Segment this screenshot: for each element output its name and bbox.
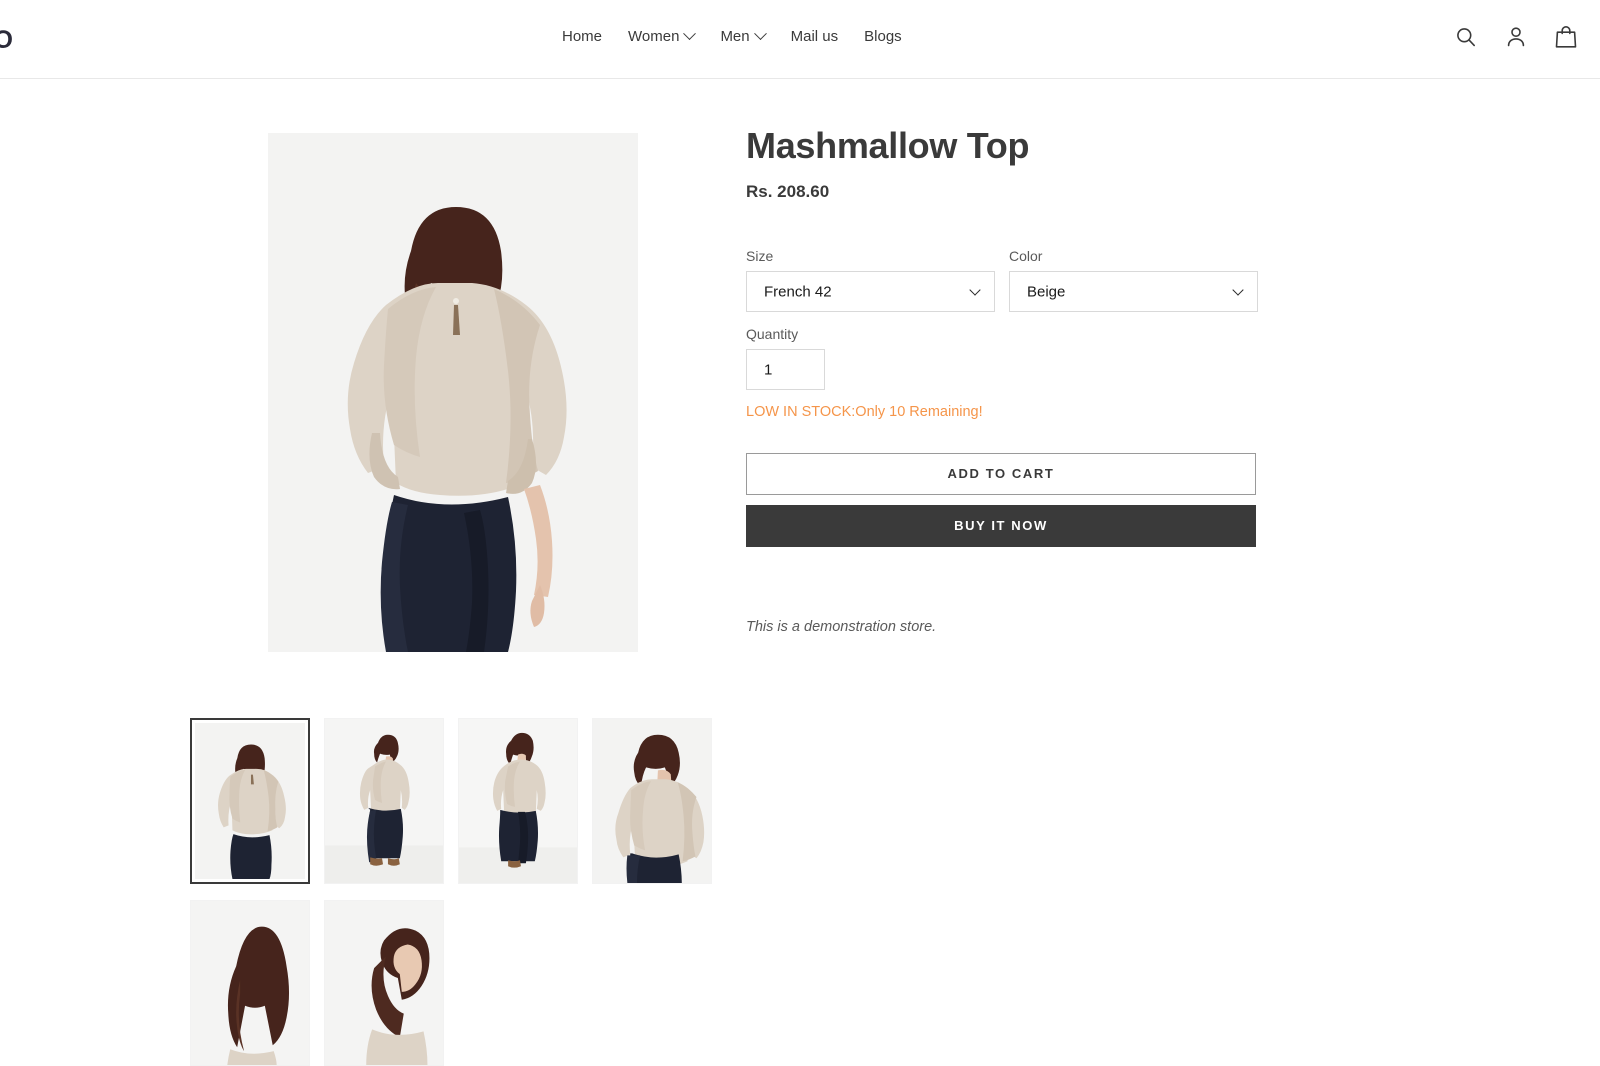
stock-status-message: LOW IN STOCK:Only 10 Remaining! — [746, 404, 983, 421]
main-navigation: Home Women Men Mail us Blogs — [562, 27, 915, 45]
cart-icon[interactable] — [1554, 24, 1578, 50]
nav-label: Men — [720, 28, 750, 45]
size-select[interactable]: French 42 — [746, 271, 995, 313]
quantity-input[interactable]: 1 — [746, 349, 825, 391]
thumbnail-5[interactable] — [324, 900, 444, 1066]
main-product-photo — [268, 133, 638, 652]
thumbnail-4[interactable] — [190, 900, 310, 1066]
thumbnail-photo — [325, 901, 443, 1065]
chevron-down-icon — [1232, 284, 1244, 296]
thumbnail-strip — [190, 718, 730, 1066]
thumbnail-photo — [593, 719, 711, 883]
color-select[interactable]: Beige — [1009, 271, 1258, 313]
color-selected-value: Beige — [1027, 283, 1066, 301]
nav-label: Women — [628, 28, 680, 45]
header-icon-group — [1454, 24, 1578, 50]
product-info-panel: Mashmallow Top Rs. 208.60 Size French 42… — [746, 125, 1258, 635]
thumbnail-1[interactable] — [324, 718, 444, 884]
search-icon[interactable] — [1454, 24, 1478, 50]
quantity-group: Quantity 1 — [746, 326, 1258, 391]
product-title: Mashmallow Top — [746, 125, 1030, 166]
site-header: IO Home Women Men Mail us Blogs — [0, 0, 1600, 79]
main-product-image[interactable] — [268, 133, 638, 652]
color-label: Color — [1009, 248, 1043, 265]
product-price: Rs. 208.60 — [746, 182, 830, 202]
variant-options: Size French 42 Color Beige — [746, 248, 1258, 313]
site-logo[interactable]: IO — [0, 26, 13, 55]
nav-item-women[interactable]: Women — [615, 27, 707, 45]
buy-it-now-button[interactable]: BUY IT NOW — [746, 505, 1256, 548]
nav-label: Home — [562, 28, 603, 45]
chevron-down-icon — [753, 27, 767, 41]
nav-item-home[interactable]: Home — [562, 28, 615, 45]
nav-label: Blogs — [864, 28, 902, 45]
nav-item-blogs[interactable]: Blogs — [851, 28, 915, 45]
color-option-group: Color Beige — [1009, 248, 1258, 313]
add-to-cart-button[interactable]: ADD TO CART — [746, 453, 1256, 496]
nav-label: Mail us — [790, 28, 839, 45]
chevron-down-icon — [683, 27, 697, 41]
size-label: Size — [746, 248, 774, 265]
quantity-value: 1 — [764, 361, 773, 379]
nav-item-men[interactable]: Men — [707, 27, 777, 45]
nav-item-mail-us[interactable]: Mail us — [778, 28, 852, 45]
thumbnail-3[interactable] — [592, 718, 712, 884]
account-icon[interactable] — [1504, 24, 1528, 50]
size-selected-value: French 42 — [764, 283, 832, 301]
thumbnail-photo — [191, 901, 309, 1065]
demonstration-store-note: This is a demonstration store. — [746, 619, 937, 636]
chevron-down-icon — [969, 284, 981, 296]
thumbnail-2[interactable] — [458, 718, 578, 884]
thumbnail-photo — [459, 719, 577, 883]
thumbnail-photo — [325, 719, 443, 883]
quantity-label: Quantity — [746, 326, 799, 343]
size-option-group: Size French 42 — [746, 248, 995, 313]
thumbnail-0[interactable] — [190, 718, 310, 884]
thumbnail-photo — [195, 723, 305, 879]
